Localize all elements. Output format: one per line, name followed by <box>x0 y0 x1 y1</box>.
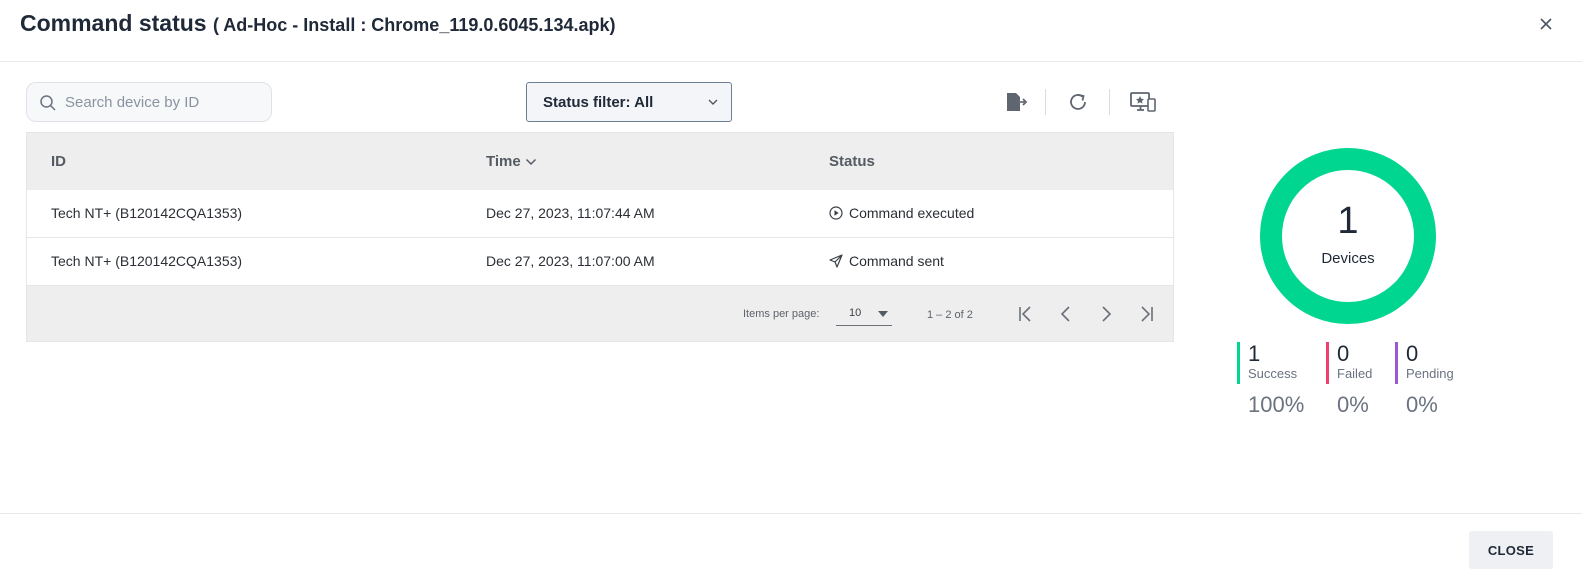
cell-status-text: Command executed <box>849 205 975 221</box>
pending-percent: 0% <box>1406 392 1438 417</box>
search-icon <box>40 95 56 111</box>
items-per-page-value: 10 <box>849 307 862 319</box>
close-icon[interactable] <box>1536 14 1556 34</box>
chevron-down-icon <box>878 311 888 317</box>
table-row[interactable]: Tech NT+ (B120142CQA1353) Dec 27, 2023, … <box>27 238 1173 286</box>
cell-device-id: Tech NT+ (B120142CQA1353) <box>51 205 243 221</box>
pending-count: 0 <box>1406 341 1419 366</box>
pending-stat: 0 Pending <box>1395 342 1454 384</box>
toolbar-divider <box>1109 89 1110 115</box>
cell-time: Dec 27, 2023, 11:07:44 AM <box>486 205 655 221</box>
next-page-icon[interactable] <box>1095 304 1117 324</box>
prev-page-icon[interactable] <box>1055 304 1077 324</box>
device-status-table: ID Time Status Tech NT+ (B120142CQA1353)… <box>26 132 1174 342</box>
remote-screen-icon[interactable] <box>1129 90 1156 114</box>
dialog-title-text: Command status <box>20 10 207 36</box>
items-per-page-label: Items per page: <box>743 308 820 320</box>
chevron-down-icon <box>708 99 718 105</box>
refresh-icon[interactable] <box>1066 90 1092 114</box>
failed-label: Failed <box>1337 366 1373 381</box>
column-header-time[interactable]: Time <box>486 153 537 170</box>
cell-device-id: Tech NT+ (B120142CQA1353) <box>51 253 243 269</box>
column-header-id[interactable]: ID <box>51 153 66 170</box>
paper-plane-icon <box>829 254 843 268</box>
toolbar-divider <box>1045 89 1046 115</box>
search-box[interactable] <box>26 82 272 122</box>
pagination-range: 1 – 2 of 2 <box>927 309 973 321</box>
cell-status-text: Command sent <box>849 253 944 269</box>
sort-down-icon <box>525 158 536 165</box>
last-page-icon[interactable] <box>1135 304 1157 324</box>
pending-label: Pending <box>1406 366 1454 381</box>
success-label: Success <box>1248 366 1298 381</box>
total-devices-label: Devices <box>1321 250 1375 267</box>
paginator: Items per page: 10 1 – 2 of 2 <box>27 286 1173 341</box>
search-input[interactable] <box>65 91 261 113</box>
dialog-title: Command status ( Ad-Hoc - Install : Chro… <box>20 10 615 37</box>
failed-percent: 0% <box>1337 392 1369 417</box>
first-page-icon[interactable] <box>1015 304 1037 324</box>
dialog-footer: CLOSE <box>0 513 1582 584</box>
cell-status: Command executed <box>829 205 974 221</box>
cell-status: Command sent <box>829 253 944 269</box>
cell-time: Dec 27, 2023, 11:07:00 AM <box>486 253 655 269</box>
export-icon[interactable] <box>1003 90 1029 114</box>
success-percent: 100% <box>1248 392 1305 417</box>
dialog-subtitle: ( Ad-Hoc - Install : Chrome_119.0.6045.1… <box>212 15 616 35</box>
column-header-time-label: Time <box>486 153 521 170</box>
total-devices-count: 1 <box>1337 200 1359 242</box>
success-count: 1 <box>1248 341 1261 366</box>
failed-count: 0 <box>1337 341 1350 366</box>
status-filter-label: Status filter: All <box>543 94 654 111</box>
play-circle-icon <box>829 206 843 220</box>
table-row[interactable]: Tech NT+ (B120142CQA1353) Dec 27, 2023, … <box>27 190 1173 238</box>
items-per-page-select[interactable]: 10 <box>836 302 892 326</box>
success-stat: 1 Success <box>1237 342 1297 384</box>
column-header-status[interactable]: Status <box>829 153 875 170</box>
status-filter-select[interactable]: Status filter: All <box>526 82 732 122</box>
close-button[interactable]: CLOSE <box>1469 531 1553 569</box>
dialog-header: Command status ( Ad-Hoc - Install : Chro… <box>0 0 1582 62</box>
table-header: ID Time Status <box>27 133 1173 190</box>
failed-stat: 0 Failed <box>1326 342 1372 384</box>
